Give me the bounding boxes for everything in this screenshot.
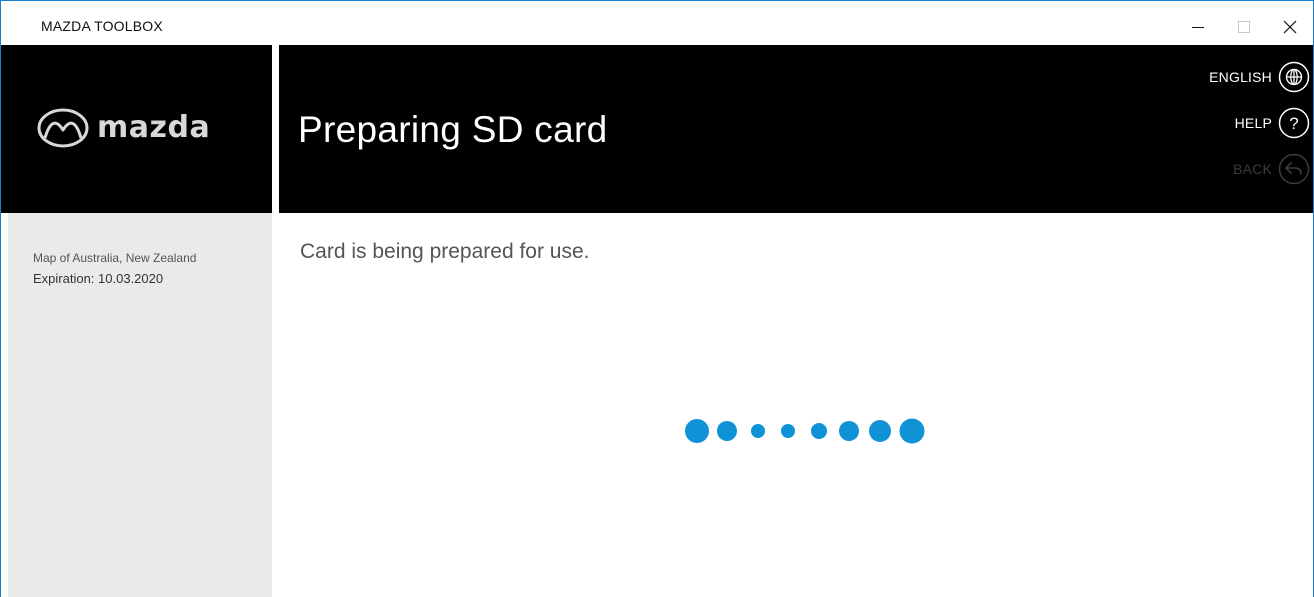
loading-dot [751, 424, 765, 438]
page-title: Preparing SD card [298, 109, 608, 150]
sidebar: Map of Australia, New Zealand Expiration… [8, 213, 272, 597]
loading-dot [899, 418, 925, 444]
app-window: MAZDA TOOLBOX mazda Preparing SD card EN… [0, 0, 1314, 597]
minimize-button[interactable] [1175, 9, 1221, 45]
back-label: BACK [1233, 161, 1272, 177]
mazda-emblem-icon [37, 108, 89, 148]
help-button[interactable]: HELP ? [1110, 105, 1310, 141]
back-button[interactable]: BACK [1110, 151, 1310, 187]
maximize-button[interactable] [1221, 9, 1267, 45]
help-label: HELP [1234, 115, 1272, 131]
window-controls [1175, 9, 1313, 45]
close-icon [1283, 20, 1297, 34]
map-expiration: Expiration: 10.03.2020 [33, 271, 164, 286]
main-content: Card is being prepared for use. [279, 213, 1313, 597]
window-title: MAZDA TOOLBOX [41, 18, 163, 34]
loading-dot [781, 424, 795, 438]
minimize-icon [1192, 27, 1204, 28]
question-icon: ? [1278, 107, 1310, 139]
close-button[interactable] [1267, 9, 1313, 45]
title-bar[interactable]: MAZDA TOOLBOX [1, 1, 1313, 45]
mazda-logo: mazda [37, 108, 210, 148]
maximize-icon [1238, 21, 1250, 33]
language-button[interactable]: ENGLISH [1110, 59, 1310, 95]
back-arrow-icon [1278, 153, 1310, 185]
logo-panel: mazda [1, 45, 272, 213]
loading-dot [839, 421, 859, 441]
language-label: ENGLISH [1209, 69, 1272, 85]
loading-dot [811, 423, 827, 439]
header-actions: ENGLISH HELP ? BACK [1110, 59, 1310, 197]
header: Preparing SD card ENGLISH HELP ? BACK [279, 45, 1313, 213]
svg-text:?: ? [1289, 114, 1298, 133]
loading-dot [685, 419, 709, 443]
loading-indicator [685, 418, 925, 444]
globe-icon [1278, 61, 1310, 93]
map-name: Map of Australia, New Zealand [33, 251, 197, 265]
loading-dot [869, 420, 891, 442]
loading-dot [717, 421, 737, 441]
logo-text: mazda [97, 110, 211, 145]
